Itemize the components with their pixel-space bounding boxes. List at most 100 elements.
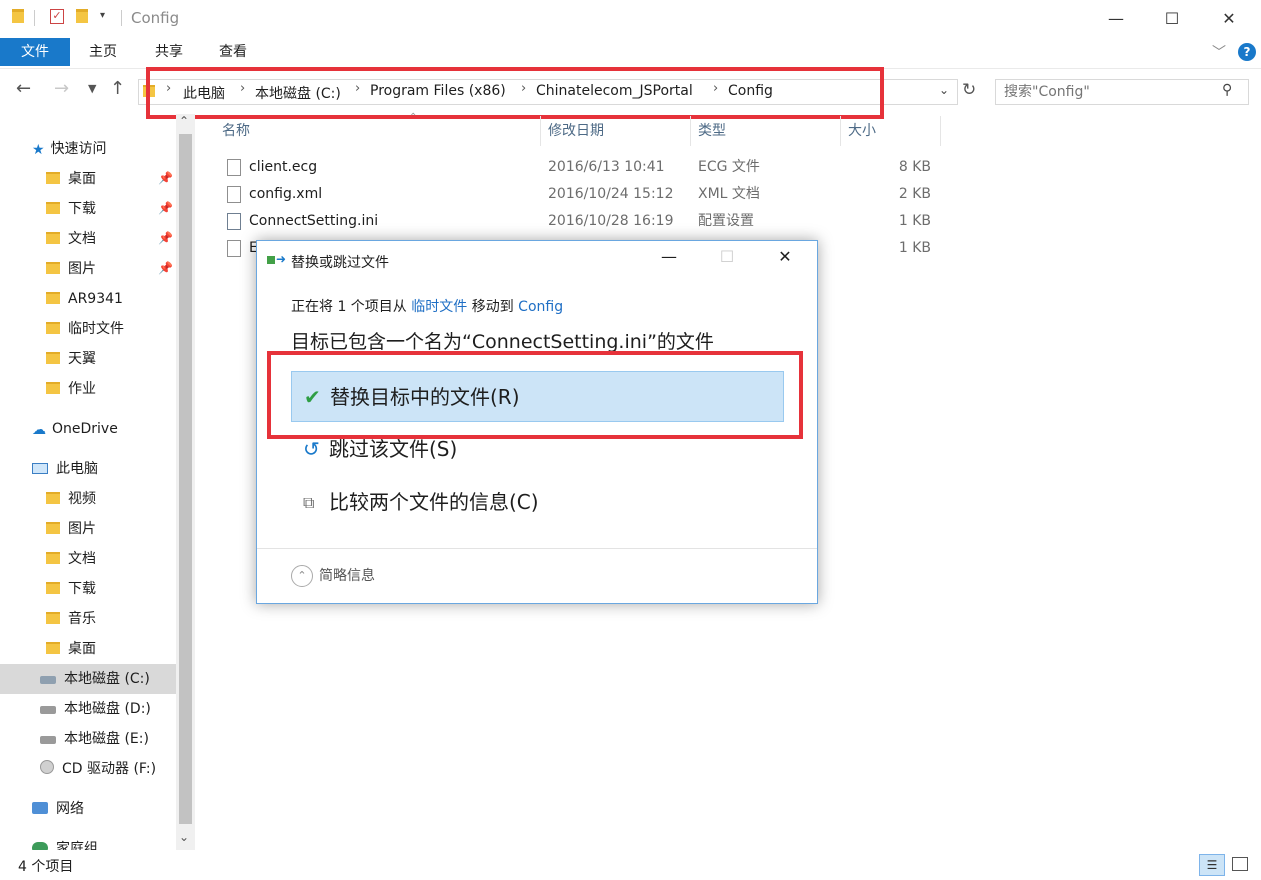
nav-item-documents[interactable]: 文档 [46, 224, 96, 254]
search-box[interactable]: ⚲ [995, 79, 1249, 105]
cd-drive-icon [40, 760, 54, 774]
tab-view[interactable]: 查看 [204, 38, 262, 66]
file-name: client.ecg [249, 159, 318, 175]
minimize-button[interactable]: — [1087, 0, 1145, 38]
desktop-folder-icon [46, 172, 60, 184]
column-header-name[interactable]: 名称 [222, 120, 250, 140]
search-icon[interactable]: ⚲ [1222, 82, 1232, 98]
source-folder-link[interactable]: 临时文件 [411, 299, 467, 315]
music-folder-icon [46, 612, 60, 624]
address-dropdown-icon[interactable]: ⌄ [939, 83, 949, 97]
file-icon [227, 186, 241, 203]
annotation-box-address [146, 67, 884, 119]
pin-icon[interactable]: 📌 [158, 171, 173, 185]
column-header-date[interactable]: 修改日期 [548, 120, 604, 140]
compare-option[interactable]: ⧉ 比较两个文件的信息(C) [291, 477, 784, 528]
nav-quick-access[interactable]: ★ 快速访问 [32, 134, 107, 164]
file-icon [227, 159, 241, 176]
nav-item-downloads[interactable]: 下载 [46, 194, 96, 224]
file-row[interactable]: client.ecg 2016/6/13 10:41 ECG 文件 8 KB [225, 154, 945, 181]
file-size: 1 KB [898, 240, 931, 256]
nav-item-temp-files[interactable]: 临时文件 [46, 314, 124, 344]
nav-item-pc-pictures[interactable]: 图片 [46, 514, 96, 544]
compare-files-icon: ⧉ [303, 493, 315, 512]
expand-ribbon-icon[interactable]: ﹀ [1212, 42, 1226, 62]
nav-scrollbar[interactable]: ⌃ ⌄ [176, 114, 195, 850]
close-button[interactable]: ✕ [1200, 0, 1258, 38]
nav-item-local-disk-e[interactable]: 本地磁盘 (E:) [40, 724, 149, 754]
tab-file[interactable]: 文件 [0, 38, 70, 66]
nav-homegroup[interactable]: 家庭组 [32, 834, 98, 850]
nav-network[interactable]: 网络 [32, 794, 84, 824]
folder-icon [46, 352, 60, 364]
dialog-minimize-button[interactable]: — [649, 247, 689, 266]
refresh-icon[interactable]: ↻ [962, 80, 976, 100]
nav-item-local-disk-c[interactable]: 本地磁盘 (C:) [0, 664, 176, 694]
dialog-divider [257, 548, 817, 549]
nav-item-ar9341[interactable]: AR9341 [46, 284, 123, 314]
folder-icon [46, 292, 60, 304]
dialog-maximize-button[interactable]: ☐ [707, 247, 747, 266]
column-divider[interactable] [540, 116, 541, 146]
documents-folder-icon [46, 552, 60, 564]
nav-item-tianyi[interactable]: 天翼 [46, 344, 96, 374]
details-view-icon[interactable]: ☰ [1199, 854, 1225, 876]
tab-share[interactable]: 共享 [140, 38, 198, 66]
search-input[interactable] [1002, 83, 1216, 101]
properties-icon[interactable]: ✓ [50, 9, 64, 24]
desktop-folder-icon [46, 642, 60, 654]
file-row[interactable]: config.xml 2016/10/24 15:12 XML 文档 2 KB [225, 181, 945, 208]
nav-item-pc-desktop[interactable]: 桌面 [46, 634, 96, 664]
drive-icon [40, 736, 56, 744]
dialog-title: 替换或跳过文件 [291, 255, 389, 271]
star-icon: ★ [32, 142, 45, 158]
large-icons-view-icon[interactable] [1232, 857, 1248, 871]
customize-quick-access-icon[interactable]: ▾ [100, 10, 105, 21]
details-toggle[interactable]: ⌃ 简略信息 [291, 565, 375, 587]
scroll-up-icon[interactable]: ⌃ [179, 114, 189, 128]
dialog-close-button[interactable]: ✕ [765, 247, 805, 266]
file-size: 2 KB [898, 186, 931, 202]
help-icon[interactable]: ? [1238, 43, 1256, 61]
nav-item-cd-drive[interactable]: CD 驱动器 (F:) [40, 754, 156, 784]
nav-onedrive[interactable]: ☁ OneDrive [32, 414, 118, 444]
new-folder-icon[interactable] [76, 9, 88, 23]
computer-icon [32, 463, 48, 474]
cloud-icon: ☁ [32, 422, 46, 438]
nav-item-desktop[interactable]: 桌面 [46, 164, 96, 194]
column-divider[interactable] [940, 116, 941, 146]
nav-this-pc[interactable]: 此电脑 [32, 454, 98, 484]
nav-item-pc-downloads[interactable]: 下载 [46, 574, 96, 604]
nav-item-pictures[interactable]: 图片 [46, 254, 96, 284]
nav-item-homework[interactable]: 作业 [46, 374, 96, 404]
file-date: 2016/10/28 16:19 [548, 213, 674, 229]
item-count: 4 个项目 [18, 859, 74, 875]
nav-item-music[interactable]: 音乐 [46, 604, 96, 634]
nav-item-pc-documents[interactable]: 文档 [46, 544, 96, 574]
file-row[interactable]: ConnectSetting.ini 2016/10/28 16:19 配置设置… [225, 208, 945, 235]
nav-item-local-disk-d[interactable]: 本地磁盘 (D:) [40, 694, 151, 724]
column-header-size[interactable]: 大小 [848, 120, 876, 140]
pictures-folder-icon [46, 262, 60, 274]
forward-arrow-icon[interactable]: → [54, 78, 69, 99]
nav-item-videos[interactable]: 视频 [46, 484, 96, 514]
maximize-button[interactable]: ☐ [1143, 0, 1201, 38]
up-arrow-icon[interactable]: ↑ [110, 78, 125, 99]
recent-locations-icon[interactable]: ▼ [88, 82, 96, 95]
move-description: 正在将 1 个项目从 临时文件 移动到 Config [291, 299, 564, 315]
scrollbar-thumb[interactable] [179, 134, 192, 824]
tab-home[interactable]: 主页 [74, 38, 132, 66]
folder-icon [46, 322, 60, 334]
back-arrow-icon[interactable]: ← [16, 78, 31, 99]
folder-icon [46, 382, 60, 394]
drive-icon [40, 706, 56, 714]
pin-icon[interactable]: 📌 [158, 261, 173, 275]
pin-icon[interactable]: 📌 [158, 201, 173, 215]
column-header-type[interactable]: 类型 [698, 120, 726, 140]
pin-icon[interactable]: 📌 [158, 231, 173, 245]
scroll-down-icon[interactable]: ⌄ [179, 830, 189, 844]
destination-folder-link[interactable]: Config [518, 299, 563, 315]
navigation-pane: ★ 快速访问 桌面 📌 下载 📌 文档 📌 图片 📌 AR9341 临时文件 天翼… [0, 114, 176, 850]
column-divider[interactable] [690, 116, 691, 146]
column-divider[interactable] [840, 116, 841, 146]
